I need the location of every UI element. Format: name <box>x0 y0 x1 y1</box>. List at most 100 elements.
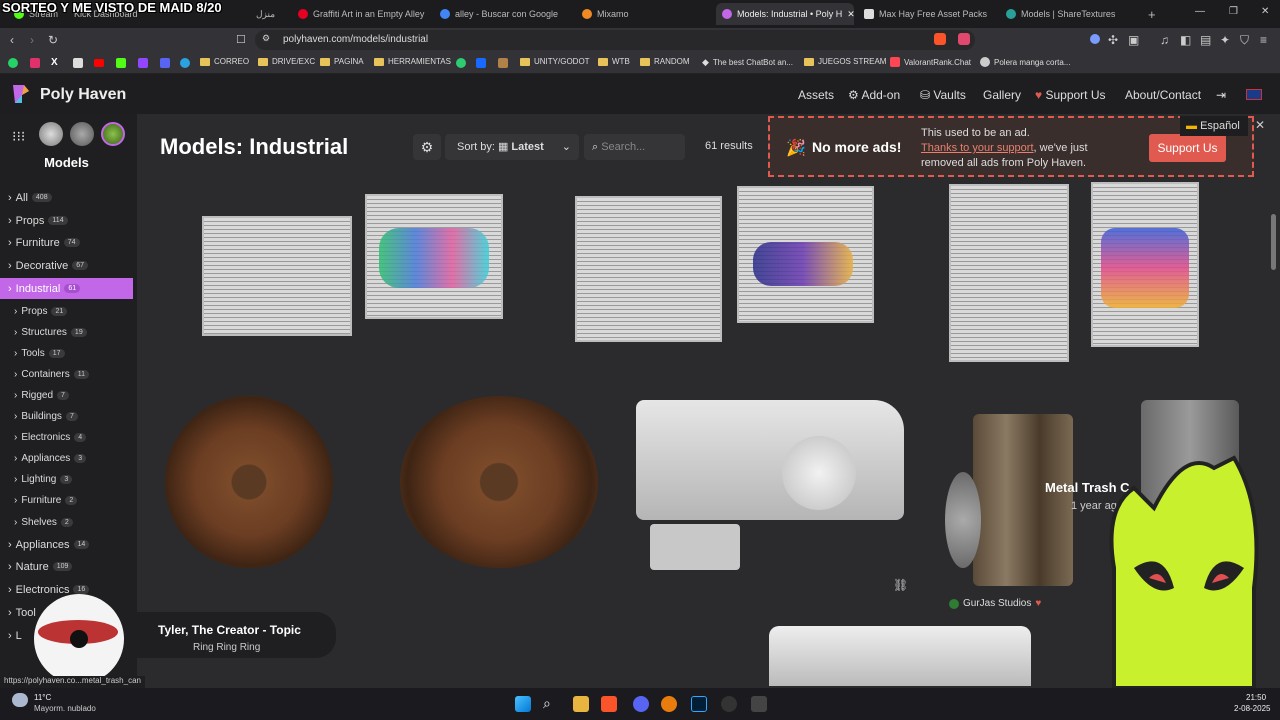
bookmark-juegos-stream[interactable]: JUEGOS STREAM <box>804 57 886 66</box>
nav-about[interactable]: About/Contact <box>1125 88 1201 102</box>
model-card[interactable] <box>632 396 912 596</box>
wallet-icon[interactable]: ▤ <box>1200 33 1211 47</box>
minimize-icon[interactable]: — <box>1195 6 1205 17</box>
login-icon[interactable]: ⇥ <box>1216 88 1226 102</box>
tab-google-search[interactable]: alley - Buscar con Google <box>434 3 574 25</box>
sidebar-item-props[interactable]: › Props 114 <box>0 210 133 231</box>
leo-icon[interactable]: ✦ <box>1220 33 1230 47</box>
bookmark-unity-godot[interactable]: UNITY/GODOT <box>520 57 590 66</box>
tab-mixamo[interactable]: Mixamo <box>576 3 714 25</box>
brave-rewards-icon[interactable] <box>958 33 970 45</box>
camera-thumbnail-partial[interactable] <box>769 626 1031 686</box>
sidebar-sub-containers[interactable]: › Containers 11 <box>0 364 133 385</box>
sort-dropdown[interactable]: Sort by: ▦ Latest ⌄ <box>445 134 579 160</box>
url-field[interactable]: polyhaven.com/models/industrial <box>255 30 975 50</box>
weather-icon[interactable] <box>12 693 28 707</box>
sidebar-item-appliances[interactable]: › Appliances 14 <box>0 534 133 555</box>
author-label[interactable]: GurJas Studios ♥ <box>949 598 1041 609</box>
search-input[interactable]: ⌕ Search... <box>584 134 685 160</box>
sidebar-item-furniture[interactable]: › Furniture 74 <box>0 232 133 253</box>
tab-graffiti-art[interactable]: Graffiti Art in an Empty Alley <box>292 3 432 25</box>
whatsapp-icon[interactable] <box>8 58 18 68</box>
texture-icon[interactable] <box>70 122 94 146</box>
bookmark-drive[interactable]: DRIVE/EXC <box>258 57 315 66</box>
x-icon[interactable]: X <box>51 57 58 68</box>
settings-button[interactable]: ⚙ <box>413 134 441 160</box>
nav-support[interactable]: ♥ Support Us <box>1035 88 1106 102</box>
close-icon[interactable]: ✕ <box>1255 118 1265 132</box>
model-card[interactable] <box>737 186 877 326</box>
nav-assets[interactable]: Assets <box>798 88 834 102</box>
instagram-icon[interactable] <box>30 58 40 68</box>
support-us-button[interactable]: Support Us <box>1149 134 1226 162</box>
bookmark-chatbot[interactable]: ◆ The best ChatBot an... <box>702 57 793 68</box>
telegram-icon[interactable] <box>180 58 190 68</box>
photoshop-icon[interactable] <box>691 696 707 712</box>
bookmark-valorantrank[interactable]: ValorantRank.Chat <box>890 57 971 67</box>
windows-start-icon[interactable] <box>515 696 531 712</box>
grid-icon[interactable]: ⁝⁝⁝ <box>12 128 25 145</box>
model-card[interactable] <box>202 204 354 340</box>
model-card[interactable] <box>575 196 725 346</box>
screenshot-icon[interactable]: ▣ <box>1128 33 1139 47</box>
bookmark-herramientas[interactable]: HERRAMIENTAS <box>374 57 451 66</box>
hdri-icon[interactable] <box>39 122 63 146</box>
model-card[interactable] <box>365 194 505 324</box>
app-icon[interactable] <box>751 696 767 712</box>
apple-icon[interactable] <box>73 58 83 68</box>
scrollbar-thumb[interactable] <box>1271 214 1276 270</box>
behance-icon[interactable] <box>476 58 486 68</box>
sidebar-sub-buildings[interactable]: › Buildings 7 <box>0 406 133 427</box>
model-icon[interactable] <box>101 122 125 146</box>
obs-icon[interactable] <box>721 696 737 712</box>
link-icon[interactable]: ⛓ <box>893 578 908 592</box>
bookmark-random[interactable]: RANDOM <box>640 57 690 66</box>
tab-max-hay[interactable]: Max Hay Free Asset Packs <box>858 3 998 25</box>
uk-flag-icon[interactable] <box>1246 89 1262 100</box>
twitch-icon[interactable] <box>138 58 148 68</box>
sidebar-sub-rigged[interactable]: › Rigged 7 <box>0 385 133 406</box>
search-icon[interactable]: ⌕ <box>543 695 551 712</box>
sidebar-sub-tools[interactable]: › Tools 17 <box>0 343 133 364</box>
sidebar-icon[interactable]: ◧ <box>1180 33 1191 47</box>
close-tab-icon[interactable]: ✕ <box>847 9 854 20</box>
bookmark-icon[interactable]: ☐ <box>236 33 246 46</box>
rusty-wheel-thumbnail[interactable] <box>400 396 598 568</box>
nav-gallery[interactable]: Gallery <box>983 88 1021 102</box>
sidebar-sub-structures[interactable]: › Structures 19 <box>0 322 133 343</box>
model-card[interactable] <box>949 184 1073 364</box>
rusty-wheel-thumbnail[interactable] <box>165 396 333 568</box>
blender-icon[interactable] <box>661 696 677 712</box>
site-icon[interactable] <box>498 58 508 68</box>
sidebar-sub-lighting[interactable]: › Lighting 3 <box>0 469 133 490</box>
brave-shield-icon[interactable] <box>934 33 946 45</box>
sidebar-sub-props[interactable]: › Props 21 <box>0 301 133 322</box>
bookmark-wtb[interactable]: WTB <box>598 57 630 66</box>
nav-vaults[interactable]: ⛁ Vaults <box>920 88 966 102</box>
close-window-icon[interactable]: ✕ <box>1261 6 1269 17</box>
sidebar-item-decorative[interactable]: › Decorative 67 <box>0 255 133 276</box>
sidebar-item-industrial[interactable]: › Industrial 61 <box>0 278 133 299</box>
language-selector[interactable]: ▬ Español <box>1180 116 1248 136</box>
bookmark-correo[interactable]: CORREO <box>200 57 249 66</box>
new-tab-button[interactable]: + <box>1142 3 1162 25</box>
site-brand[interactable]: Poly Haven <box>40 86 126 104</box>
tab-manzil[interactable]: منزل <box>250 3 288 25</box>
discord-bookmark-icon[interactable] <box>160 58 170 68</box>
youtube-icon[interactable] <box>94 59 104 67</box>
music-icon[interactable]: ♫ <box>1160 33 1169 47</box>
sidebar-item-nature[interactable]: › Nature 109 <box>0 556 133 577</box>
vpn-icon[interactable]: ⛉ <box>1240 33 1249 48</box>
back-icon[interactable]: ‹ <box>10 33 14 47</box>
polyhaven-logo-icon[interactable] <box>10 83 32 105</box>
site-info-icon[interactable]: ⚙ <box>262 33 270 44</box>
tab-polyhaven-active[interactable]: Models: Industrial • Poly H ✕ <box>716 3 854 25</box>
sidebar-sub-appliances[interactable]: › Appliances 3 <box>0 448 133 469</box>
green-site-icon[interactable] <box>456 58 466 68</box>
bookmark-polera[interactable]: Polera manga corta... <box>980 57 1070 67</box>
sidebar-sub-furniture[interactable]: › Furniture 2 <box>0 490 133 511</box>
sidebar-item-all[interactable]: › All 408 <box>0 187 133 208</box>
reload-icon[interactable]: ↻ <box>48 33 58 47</box>
sidebar-sub-electronics[interactable]: › Electronics 4 <box>0 427 133 448</box>
extension-icon[interactable] <box>1090 34 1100 44</box>
